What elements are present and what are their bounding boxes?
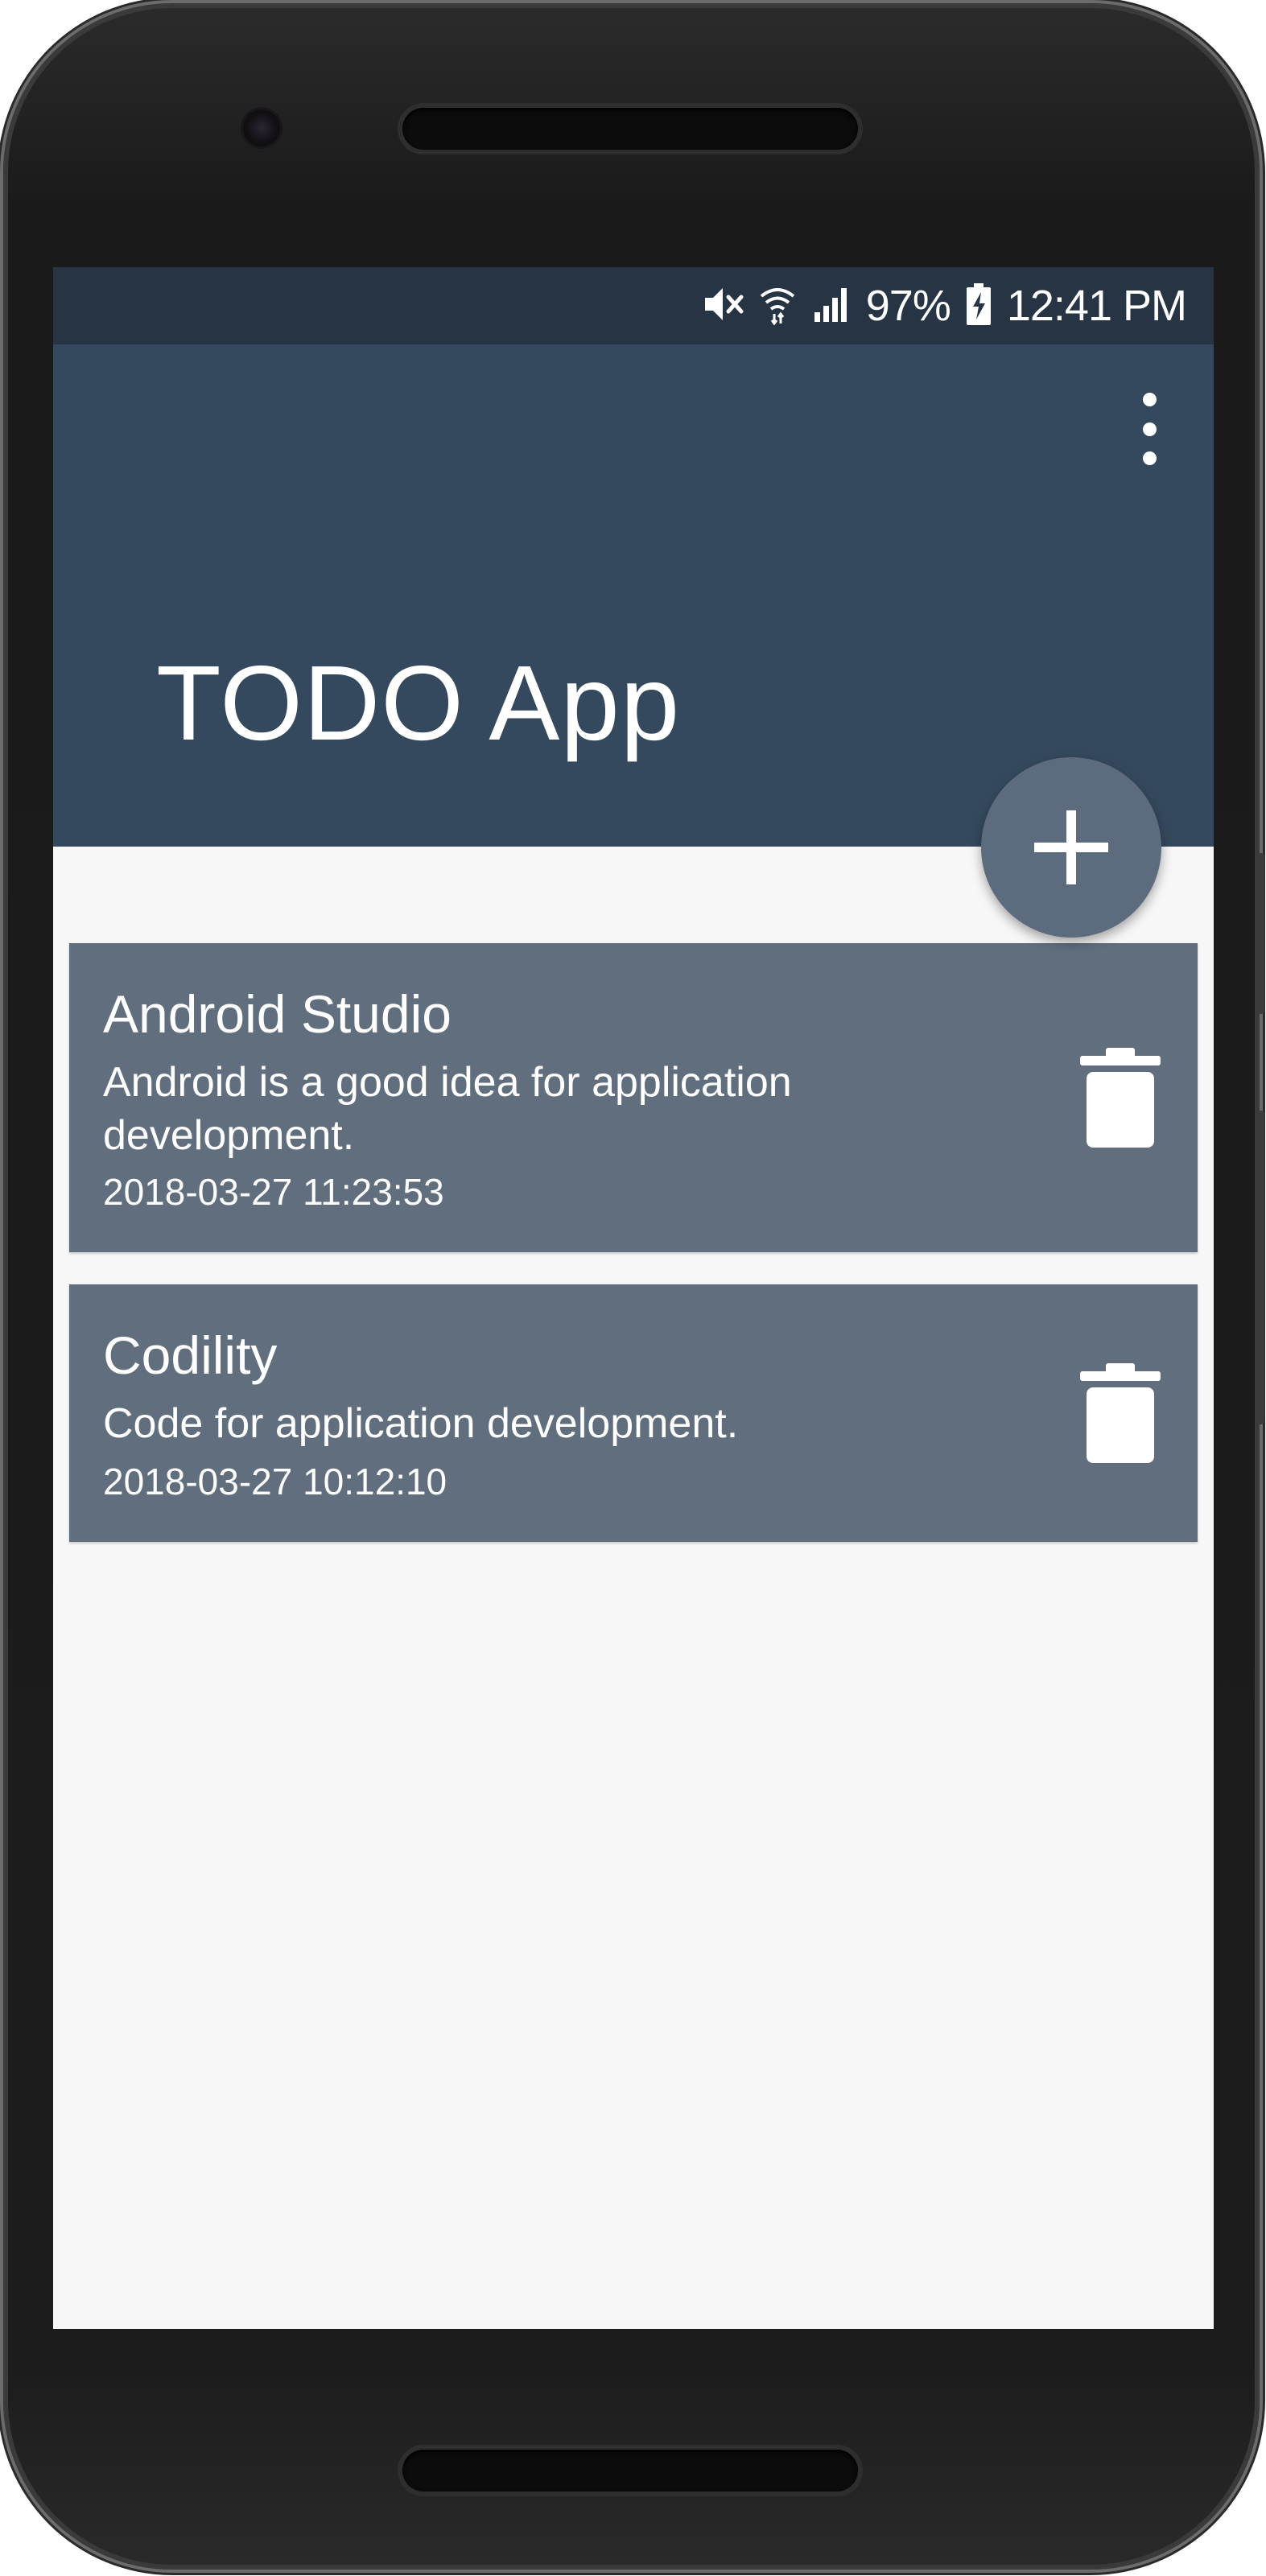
todo-date: 2018-03-27 10:12:10 (103, 1461, 447, 1502)
wifi-icon (758, 283, 797, 329)
status-time: 12:41 PM (1006, 282, 1187, 330)
todo-date: 2018-03-27 11:23:53 (103, 1171, 444, 1213)
battery-percent: 97% (865, 282, 951, 330)
todo-card-android-studio[interactable]: Android Studio Android is a good idea fo… (69, 943, 1198, 1252)
phone-frame: 97% 12:41 PM TODO App Android Studio And… (3, 3, 1264, 2570)
overflow-menu-icon[interactable] (1133, 393, 1165, 465)
todo-description: Code for application development. (103, 1400, 739, 1447)
page-title: TODO App (156, 644, 681, 762)
trash-icon[interactable] (1080, 1048, 1161, 1148)
plus-icon (1034, 810, 1108, 884)
screen: 97% 12:41 PM TODO App Android Studio And… (53, 267, 1214, 2329)
battery-charging-icon (965, 282, 992, 331)
volume-button (1256, 1111, 1264, 1424)
bottom-speaker (402, 2450, 858, 2492)
top-speaker (402, 108, 858, 150)
mute-icon (702, 283, 744, 329)
todo-title: Codility (103, 1325, 278, 1385)
todo-card-codility[interactable]: Codility Code for application developmen… (69, 1284, 1198, 1542)
power-button (1256, 853, 1264, 1014)
trash-icon[interactable] (1080, 1363, 1161, 1463)
status-bar: 97% 12:41 PM (53, 267, 1214, 344)
front-camera (243, 109, 280, 146)
todo-title: Android Studio (103, 984, 452, 1044)
signal-icon (811, 283, 852, 329)
add-todo-button[interactable] (981, 757, 1161, 938)
todo-description: Android is a good idea for application d… (103, 1059, 792, 1159)
status-icons: 97% 12:41 PM (702, 267, 1187, 344)
